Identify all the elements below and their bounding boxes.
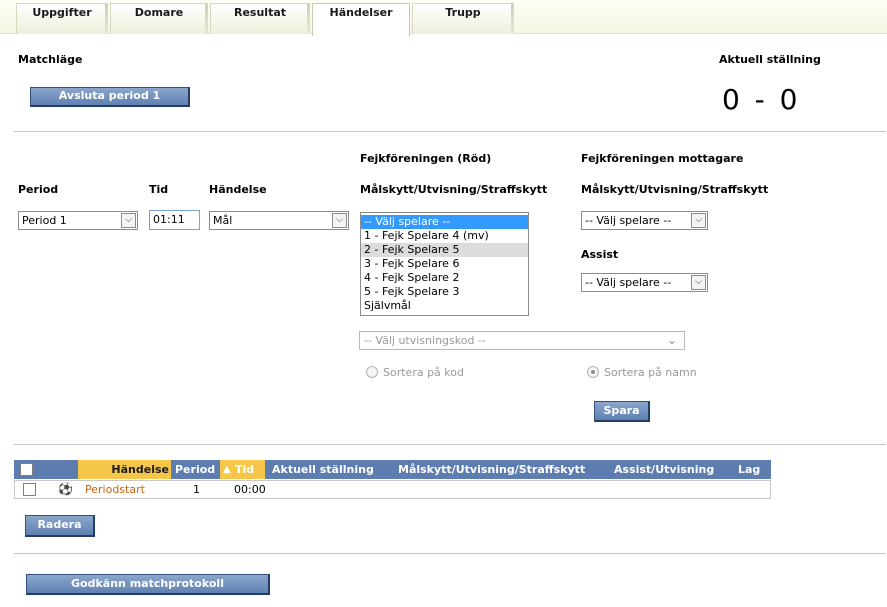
tab-label: Resultat bbox=[233, 6, 287, 19]
save-button[interactable]: Spara bbox=[594, 401, 650, 422]
tab-label: Uppgifter bbox=[32, 6, 92, 19]
tab-label: Domare bbox=[134, 6, 184, 19]
sort-by-code-radio[interactable] bbox=[366, 366, 378, 378]
chevron-down-icon: ⌄ bbox=[666, 333, 677, 347]
away-player-select-value: -- Välj spelare -- bbox=[585, 214, 672, 227]
player-option[interactable]: 2 - Fejk Spelare 5 bbox=[361, 243, 528, 257]
player-option[interactable]: -- Välj spelare -- bbox=[361, 215, 528, 229]
event-label: Händelse bbox=[209, 183, 267, 196]
tab-trupp[interactable]: Trupp bbox=[412, 3, 514, 34]
table-row: ⚽ Periodstart 1 00:00 bbox=[14, 480, 771, 499]
period-label: Period bbox=[18, 183, 59, 196]
th-score[interactable]: Aktuell ställning bbox=[272, 460, 374, 479]
player-option[interactable]: 5 - Fejk Spelare 3 bbox=[361, 285, 528, 299]
scorer-label-away: Målskytt/Utvisning/Straffskytt bbox=[581, 183, 769, 196]
th-event[interactable]: Händelse bbox=[78, 460, 171, 479]
team-home-header: Fejkföreningen (Röd) bbox=[360, 152, 492, 165]
divider bbox=[14, 444, 886, 445]
player-option[interactable]: 4 - Fejk Spelare 2 bbox=[361, 271, 528, 285]
delete-button[interactable]: Radera bbox=[25, 515, 95, 537]
th-assist[interactable]: Assist/Utvisning bbox=[614, 460, 714, 479]
penalty-code-placeholder: -- Välj utvisningskod -- bbox=[364, 334, 486, 347]
tab-resultat[interactable]: Resultat bbox=[210, 3, 310, 34]
ball-icon: ⚽ bbox=[58, 482, 73, 496]
row-event-link[interactable]: Periodstart bbox=[85, 483, 145, 496]
chevron-down-icon: ⌵ bbox=[332, 213, 347, 228]
sort-by-name-radio[interactable] bbox=[587, 366, 599, 378]
th-time[interactable]: ▲ Tid bbox=[220, 460, 265, 479]
player-option[interactable]: 1 - Fejk Spelare 4 (mv) bbox=[361, 229, 528, 243]
score-away: 0 bbox=[779, 83, 798, 116]
row-checkbox[interactable] bbox=[23, 483, 36, 496]
assist-select-value: -- Välj spelare -- bbox=[585, 276, 672, 289]
chevron-down-icon: ⌵ bbox=[691, 275, 706, 290]
score-separator: - bbox=[754, 83, 765, 116]
row-period: 1 bbox=[193, 483, 200, 496]
tab-label: Händelser bbox=[329, 6, 393, 19]
tab-handelser[interactable]: Händelser bbox=[312, 3, 410, 36]
row-time: 00:00 bbox=[234, 483, 266, 496]
player-option[interactable]: 3 - Fejk Spelare 6 bbox=[361, 257, 528, 271]
home-player-listbox[interactable]: -- Välj spelare -- 1 - Fejk Spelare 4 (m… bbox=[360, 212, 529, 316]
chevron-down-icon: ⌵ bbox=[691, 213, 706, 228]
warning-triangle-icon: ▲ bbox=[223, 464, 231, 475]
event-select[interactable]: Mål ⌵ bbox=[209, 211, 349, 230]
sort-by-code-label: Sortera på kod bbox=[383, 366, 464, 379]
sort-by-name-label: Sortera på namn bbox=[604, 366, 697, 379]
away-player-select[interactable]: -- Välj spelare -- ⌵ bbox=[581, 211, 708, 230]
select-all-checkbox[interactable] bbox=[20, 463, 33, 476]
score-home: 0 bbox=[722, 83, 740, 116]
player-option[interactable]: Självmål bbox=[361, 299, 528, 313]
period-select[interactable]: Period 1 ⌵ bbox=[18, 211, 138, 230]
radio-selected-dot bbox=[591, 370, 595, 374]
score-title: Aktuell ställning bbox=[719, 53, 821, 66]
divider bbox=[14, 553, 886, 554]
th-team[interactable]: Lag bbox=[738, 460, 760, 479]
th-time-label: Tid bbox=[235, 463, 255, 476]
penalty-code-select[interactable]: -- Välj utvisningskod -- ⌄ bbox=[359, 331, 685, 350]
assist-label: Assist bbox=[581, 248, 619, 261]
tab-uppgifter[interactable]: Uppgifter bbox=[16, 3, 108, 34]
tab-domare[interactable]: Domare bbox=[110, 3, 208, 34]
time-label: Tid bbox=[149, 183, 169, 196]
event-select-value: Mål bbox=[213, 214, 233, 227]
th-scorer[interactable]: Målskytt/Utvisning/Straffskytt bbox=[398, 460, 585, 479]
period-select-value: Period 1 bbox=[22, 214, 67, 227]
approve-protocol-button[interactable]: Godkänn matchprotokoll bbox=[26, 574, 270, 595]
time-input[interactable]: 01:11 bbox=[149, 210, 200, 230]
scorer-label-home: Målskytt/Utvisning/Straffskytt bbox=[360, 183, 548, 196]
end-period-button[interactable]: Avsluta period 1 bbox=[30, 87, 190, 107]
chevron-down-icon: ⌵ bbox=[121, 213, 136, 228]
tab-label: Trupp bbox=[445, 6, 481, 19]
divider bbox=[14, 131, 886, 132]
score-display: 0 - 0 bbox=[722, 82, 797, 118]
matchlage-title: Matchläge bbox=[18, 53, 83, 66]
team-away-header: Fejkföreningen mottagare bbox=[581, 152, 744, 165]
th-period[interactable]: Period bbox=[175, 460, 215, 479]
assist-select[interactable]: -- Välj spelare -- ⌵ bbox=[581, 273, 708, 292]
